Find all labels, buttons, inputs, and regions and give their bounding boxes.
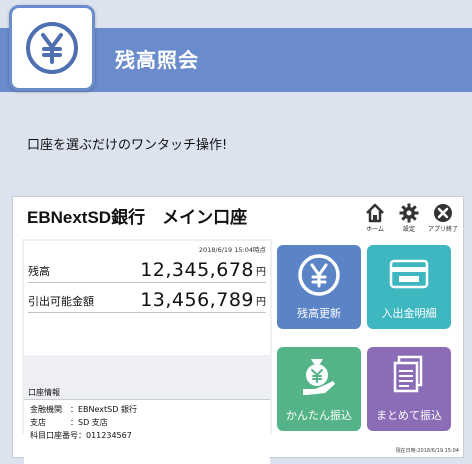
money-hand-icon <box>303 359 335 395</box>
available-value: 13,456,789 <box>140 289 254 311</box>
bulk-transfer-button[interactable]: まとめて振込 <box>367 347 451 431</box>
exit-button[interactable]: アプリ終了 <box>428 203 459 233</box>
balance-card: 2018/6/19 15:04時点 残高 12,345,678 円 引出可能金額… <box>24 241 270 355</box>
yen-circle-icon <box>26 22 78 74</box>
info-branch: 支店 ：SD 支店 <box>30 418 108 427</box>
refresh-balance-button[interactable]: 残高更新 <box>277 245 361 329</box>
current-datetime: 現在日時:2018/6/19 15:04 <box>395 448 459 454</box>
transactions-label: 入出金明細 <box>381 307 437 320</box>
available-row: 引出可能金額 13,456,789 円 <box>28 287 266 313</box>
bulk-transfer-label: まとめて振込 <box>376 409 442 422</box>
exit-label: アプリ終了 <box>428 226 459 233</box>
bank-card-icon <box>389 259 429 289</box>
yen-coin-icon <box>298 254 340 296</box>
balance-row: 残高 12,345,678 円 <box>28 257 266 283</box>
balance-panel: 2018/6/19 15:04時点 残高 12,345,678 円 引出可能金額… <box>22 239 272 464</box>
info-bank: 金融機関 ：EBNextSD 銀行 <box>30 405 137 414</box>
balance-unit: 円 <box>256 267 266 278</box>
refresh-balance-label: 残高更新 <box>297 307 341 320</box>
home-icon <box>366 203 384 223</box>
available-label: 引出可能金額 <box>28 295 94 308</box>
page-title: 残高照会 <box>115 48 199 72</box>
account-info-title: 口座情報 <box>28 388 60 397</box>
balance-timestamp: 2018/6/19 15:04時点 <box>198 246 266 254</box>
account-title: EBNextSD銀行 メイン口座 <box>27 208 248 227</box>
easy-transfer-button[interactable]: かんたん振込 <box>277 347 361 431</box>
account-info-card: 金融機関 ：EBNextSD 銀行 支店 ：SD 支店 科目口座番号：01123… <box>24 399 270 464</box>
balance-label: 残高 <box>28 265 50 278</box>
close-icon <box>434 204 452 222</box>
home-label: ホーム <box>366 226 384 233</box>
easy-transfer-label: かんたん振込 <box>286 409 352 422</box>
home-button[interactable]: ホーム <box>361 203 389 233</box>
documents-icon <box>393 355 423 393</box>
balance-value: 12,345,678 <box>140 259 254 281</box>
app-window: EBNextSD銀行 メイン口座 ホーム 設定 アプリ終了 2018/6/19 … <box>12 196 464 464</box>
transactions-button[interactable]: 入出金明細 <box>367 245 451 329</box>
available-unit: 円 <box>256 297 266 308</box>
top-toolbar: ホーム 設定 アプリ終了 <box>361 203 459 233</box>
gear-icon <box>399 203 419 223</box>
yen-logo <box>9 5 95 91</box>
info-account-number: 科目口座番号：011234567 <box>30 431 132 440</box>
settings-label: 設定 <box>402 226 415 233</box>
tagline: 口座を選ぶだけのワンタッチ操作! <box>27 138 228 153</box>
settings-button[interactable]: 設定 <box>395 203 423 233</box>
